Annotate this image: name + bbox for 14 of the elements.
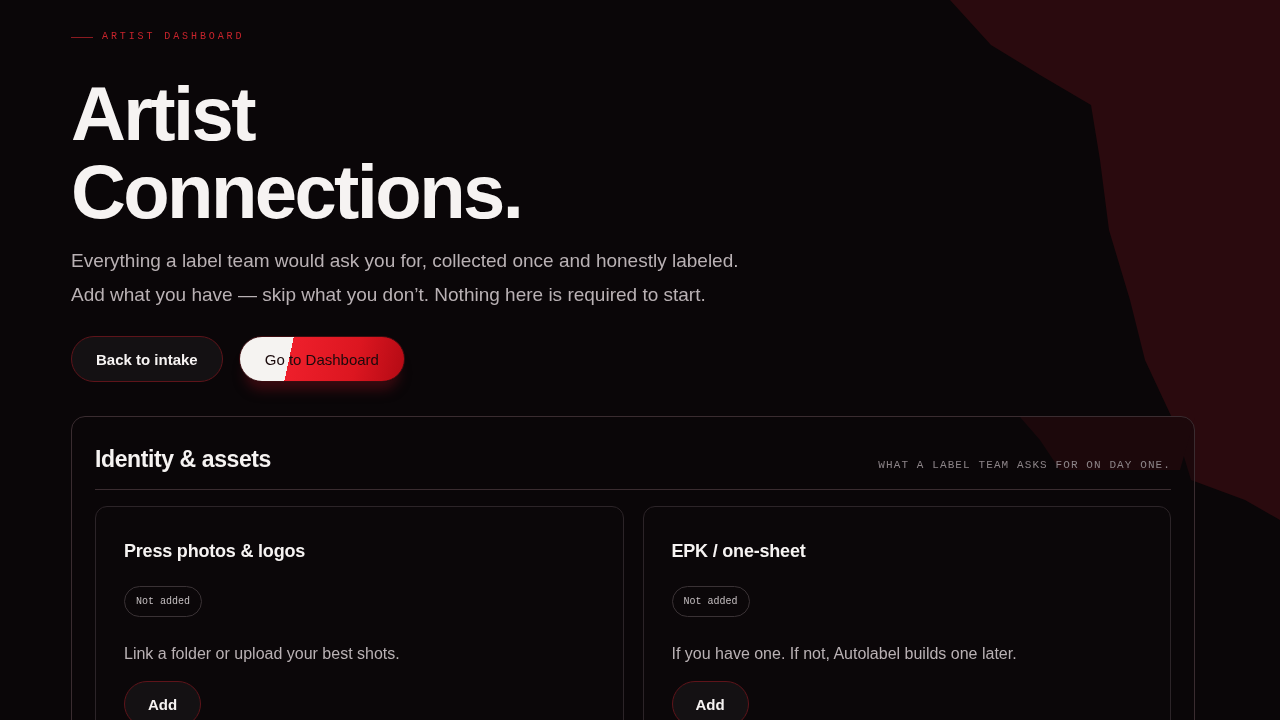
intro-text: Add what you have — skip what you don’t. Nothing here is required to start. bbox=[71, 283, 706, 307]
section-title: Identity & assets bbox=[95, 445, 271, 474]
eyebrow-label: ARTIST DASHBOARD bbox=[102, 30, 245, 44]
add-button[interactable]: Add bbox=[671, 681, 749, 720]
intro-text: Everything a label team would ask you for, collected once and honestly labeled. bbox=[71, 249, 739, 273]
item-title: EPK / one-sheet bbox=[671, 540, 806, 563]
add-button[interactable]: Add bbox=[124, 681, 202, 720]
section-note: WHAT A LABEL TEAM ASKS FOR ON DAY ONE. bbox=[878, 458, 1171, 472]
item-description: Link a folder or upload your best shots. bbox=[124, 644, 400, 664]
item-title: Press photos & logos bbox=[124, 540, 306, 563]
item-description: If you have one. If not, Autolabel builds one later. bbox=[671, 644, 1017, 664]
back-button[interactable]: Back to intake bbox=[71, 336, 223, 382]
page-title: Artist Connections. bbox=[71, 75, 523, 231]
dashboard-button[interactable]: Go to Dashboard bbox=[238, 336, 405, 382]
